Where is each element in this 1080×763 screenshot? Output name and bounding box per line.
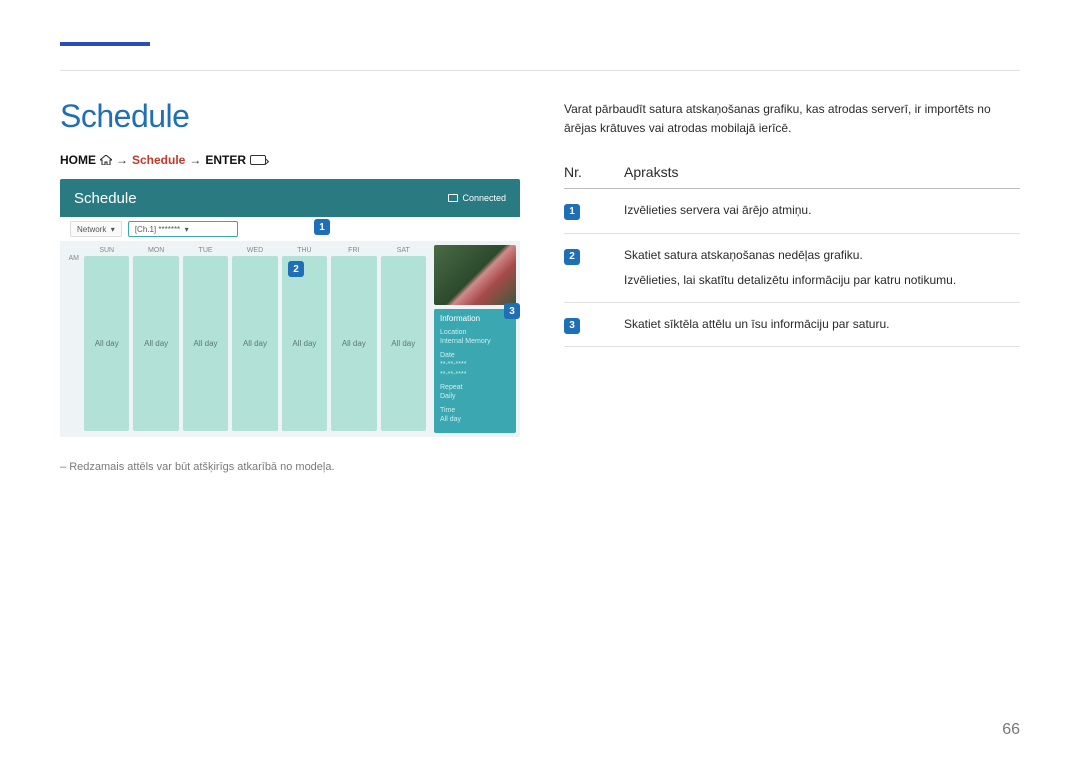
enter-icon bbox=[250, 155, 266, 165]
home-icon bbox=[100, 155, 112, 165]
callout-badge-1: 1 bbox=[314, 219, 330, 235]
mock-thumbnail bbox=[434, 245, 516, 305]
image-caption: Redzamais attēls var būt atšķirīgs atkar… bbox=[60, 461, 520, 473]
schedule-screenshot: Schedule Connected Network ▾ [Ch.1] ****… bbox=[60, 179, 520, 437]
mock-status-text: Connected bbox=[462, 193, 506, 203]
horizontal-rule bbox=[60, 70, 1020, 71]
intro-text: Varat pārbaudīt satura atskaņošanas graf… bbox=[564, 100, 1020, 138]
mock-dd-network: Network ▾ bbox=[70, 221, 122, 237]
breadcrumb-arrow: → bbox=[116, 153, 128, 167]
mock-dd-channel: [Ch.1] ******* ▾ bbox=[128, 221, 238, 237]
row-badge: 3 bbox=[564, 318, 580, 334]
table-row: 1 Izvēlieties servera vai ārējo atmiņu. bbox=[564, 189, 1020, 233]
callout-badge-3: 3 bbox=[504, 303, 520, 319]
row-desc: Skatiet satura atskaņošanas nedēļas graf… bbox=[624, 246, 1020, 290]
breadcrumb-home-label: HOME bbox=[60, 153, 96, 167]
page-number: 66 bbox=[1002, 721, 1020, 739]
monitor-icon bbox=[448, 194, 458, 202]
callout-badge-2: 2 bbox=[288, 261, 304, 277]
row-badge: 2 bbox=[564, 249, 580, 265]
breadcrumb: HOME → Schedule → ENTER bbox=[60, 153, 520, 167]
breadcrumb-enter-label: ENTER bbox=[205, 153, 246, 167]
mock-grid: SUNAll day MONAll day TUEAll day WEDAll … bbox=[82, 241, 432, 437]
mock-status: Connected bbox=[448, 193, 506, 203]
mock-side-panel: Information Location Internal Memory Dat… bbox=[432, 241, 520, 437]
left-column: Schedule HOME → Schedule → ENTER Schedul… bbox=[60, 98, 520, 473]
table-header: Nr. Apraksts bbox=[564, 164, 1020, 189]
breadcrumb-arrow: → bbox=[189, 153, 201, 167]
mock-info-card: Information Location Internal Memory Dat… bbox=[434, 309, 516, 433]
table-row: 2 Skatiet satura atskaņošanas nedēļas gr… bbox=[564, 234, 1020, 303]
mock-timecol: AM bbox=[60, 241, 82, 437]
breadcrumb-schedule-label: Schedule bbox=[132, 153, 185, 167]
top-accent-bar bbox=[60, 42, 150, 46]
row-desc: Izvēlieties servera vai ārējo atmiņu. bbox=[624, 201, 1020, 220]
right-column: Varat pārbaudīt satura atskaņošanas graf… bbox=[564, 98, 1020, 473]
table-row: 3 Skatiet sīktēla attēlu un īsu informāc… bbox=[564, 303, 1020, 347]
mock-subbar: Network ▾ [Ch.1] ******* ▾ bbox=[60, 217, 520, 241]
row-desc: Skatiet sīktēla attēlu un īsu informācij… bbox=[624, 315, 1020, 334]
row-badge: 1 bbox=[564, 204, 580, 220]
th-nr: Nr. bbox=[564, 164, 624, 180]
mock-header: Schedule Connected bbox=[60, 179, 520, 217]
th-apraksts: Apraksts bbox=[624, 164, 678, 180]
page-title: Schedule bbox=[60, 98, 520, 135]
mock-title: Schedule bbox=[74, 190, 137, 207]
